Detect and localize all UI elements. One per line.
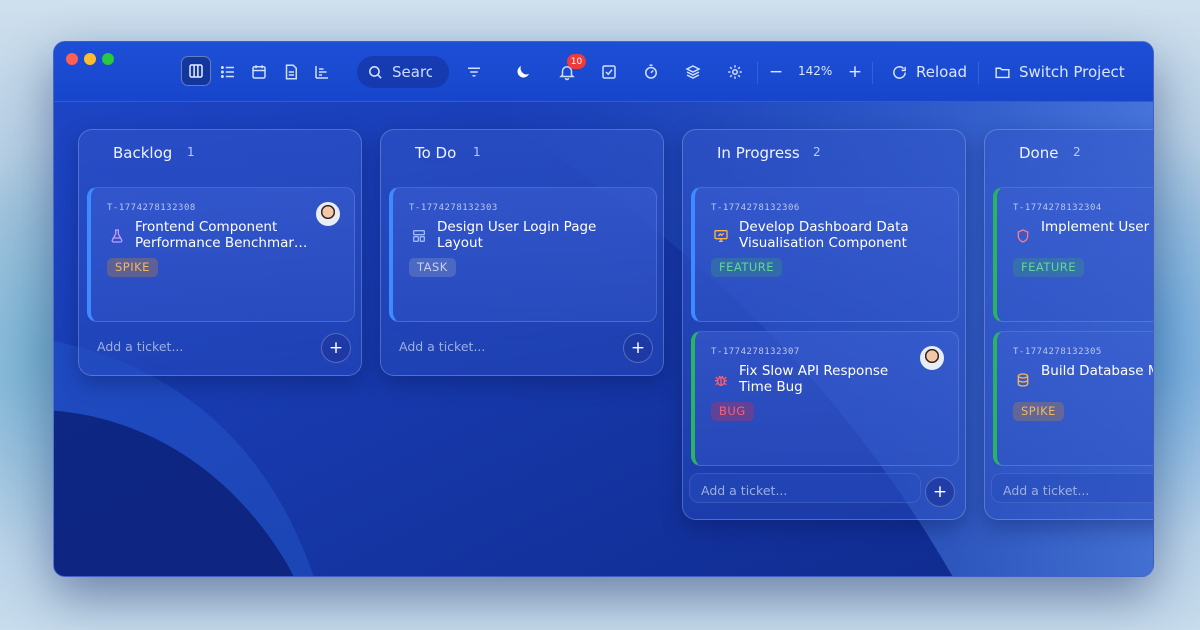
- add-ticket-button[interactable]: +: [623, 333, 653, 363]
- filter-icon[interactable]: [460, 58, 488, 86]
- ticket-id: T-1774278132305: [1013, 347, 1102, 357]
- ticket-card[interactable]: T-1774278132304 Implement User Authentic…: [993, 187, 1153, 322]
- monitor-icon: [713, 228, 729, 244]
- column-count: 2: [1073, 145, 1081, 159]
- add-ticket-row: Add a ticket...: [985, 467, 1153, 519]
- ticket-title: Implement User Authentication M: [1041, 219, 1153, 235]
- layers-icon[interactable]: [679, 58, 707, 86]
- toolbar: 10 − 142% + Reload Switch Proj: [54, 42, 1153, 102]
- column-done: Done 2 T-1774278132304 Implement User Au…: [984, 129, 1153, 520]
- add-ticket-input[interactable]: Add a ticket...: [399, 339, 485, 354]
- zoom-level: 142%: [798, 64, 833, 78]
- ticket-id: T-1774278132307: [711, 347, 800, 357]
- minimize-window-button[interactable]: [84, 53, 96, 65]
- zoom-out-button[interactable]: −: [766, 60, 786, 84]
- add-ticket-input[interactable]: Add a ticket...: [97, 339, 183, 354]
- column-count: 2: [813, 145, 821, 159]
- add-ticket-input[interactable]: Add a ticket...: [1003, 483, 1089, 498]
- switch-project-button[interactable]: Switch Project: [994, 60, 1125, 84]
- ticket-tag: TASK: [409, 258, 456, 277]
- flask-icon: [109, 228, 125, 244]
- ticket-tag: SPIKE: [107, 258, 158, 277]
- ticket-title: Develop Dashboard Data Visualisation Com…: [739, 219, 909, 251]
- ticket-title: Build Database Migration Framew: [1041, 363, 1153, 379]
- add-ticket-row: Add a ticket... +: [683, 467, 965, 519]
- search-box[interactable]: [357, 56, 449, 88]
- column-title: Backlog: [113, 144, 173, 162]
- ticket-id: T-1774278132306: [711, 203, 800, 213]
- ticket-id: T-1774278132303: [409, 203, 498, 213]
- layout-icon: [411, 228, 427, 244]
- calendar-view-icon[interactable]: [245, 58, 273, 86]
- ticket-card[interactable]: T-1774278132305 Build Database Migration…: [993, 331, 1153, 466]
- maximize-window-button[interactable]: [102, 53, 114, 65]
- add-ticket-input[interactable]: Add a ticket...: [701, 483, 787, 498]
- column-in-progress: In Progress 2 T-1774278132306 Develop Da…: [682, 129, 966, 520]
- ticket-tag: FEATURE: [1013, 258, 1085, 277]
- ticket-id: T-1774278132304: [1013, 203, 1102, 213]
- avatar: [316, 202, 340, 226]
- ticket-tag: FEATURE: [711, 258, 783, 277]
- column-count: 1: [187, 145, 195, 159]
- search-input[interactable]: [392, 63, 432, 81]
- ticket-card[interactable]: T-1774278132308 Frontend Component Perfo…: [87, 187, 355, 322]
- shield-icon: [1015, 228, 1031, 244]
- add-ticket-button[interactable]: +: [925, 477, 955, 507]
- search-icon: [367, 64, 384, 81]
- checkbox-icon[interactable]: [595, 58, 623, 86]
- notification-badge: 10: [567, 54, 586, 69]
- reload-icon: [891, 64, 908, 81]
- ticket-id: T-1774278132308: [107, 203, 196, 213]
- switch-project-label: Switch Project: [1019, 63, 1125, 81]
- moon-icon[interactable]: [509, 58, 537, 86]
- zoom-in-button[interactable]: +: [845, 60, 865, 84]
- bug-icon: [713, 372, 729, 388]
- app-window: 10 − 142% + Reload Switch Proj: [53, 41, 1154, 577]
- reload-button[interactable]: Reload: [891, 60, 967, 84]
- timeline-view-icon[interactable]: [308, 58, 336, 86]
- add-ticket-button[interactable]: +: [321, 333, 351, 363]
- document-view-icon[interactable]: [277, 58, 305, 86]
- column-count: 1: [473, 145, 481, 159]
- close-window-button[interactable]: [66, 53, 78, 65]
- column-title: Done: [1019, 144, 1059, 162]
- column-todo: To Do 1 T-1774278132303 Design User Logi…: [380, 129, 664, 376]
- ticket-card[interactable]: T-1774278132306 Develop Dashboard Data V…: [691, 187, 959, 322]
- ticket-card[interactable]: T-1774278132303 Design User Login Page L…: [389, 187, 657, 322]
- board-view-icon[interactable]: [181, 56, 211, 86]
- add-ticket-row: Add a ticket... +: [381, 323, 663, 375]
- ticket-title: Fix Slow API Response Time Bug: [739, 363, 889, 395]
- database-icon: [1015, 372, 1031, 388]
- ticket-card[interactable]: T-1774278132307 Fix Slow API Response Ti…: [691, 331, 959, 466]
- ticket-tag: SPIKE: [1013, 402, 1064, 421]
- add-ticket-row: Add a ticket... +: [79, 323, 361, 375]
- folder-icon: [994, 64, 1011, 81]
- reload-label: Reload: [916, 63, 968, 81]
- column-title: In Progress: [717, 144, 800, 162]
- ticket-title: Frontend Component Performance Benchmar…: [135, 219, 308, 251]
- list-view-icon[interactable]: [214, 58, 242, 86]
- avatar: [920, 346, 944, 370]
- ticket-title: Design User Login Page Layout: [437, 219, 597, 251]
- ticket-tag: BUG: [711, 402, 754, 421]
- timer-icon[interactable]: [637, 58, 665, 86]
- column-backlog: Backlog 1 T-1774278132308 Frontend Compo…: [78, 129, 362, 376]
- column-title: To Do: [415, 144, 457, 162]
- gear-icon[interactable]: [721, 58, 749, 86]
